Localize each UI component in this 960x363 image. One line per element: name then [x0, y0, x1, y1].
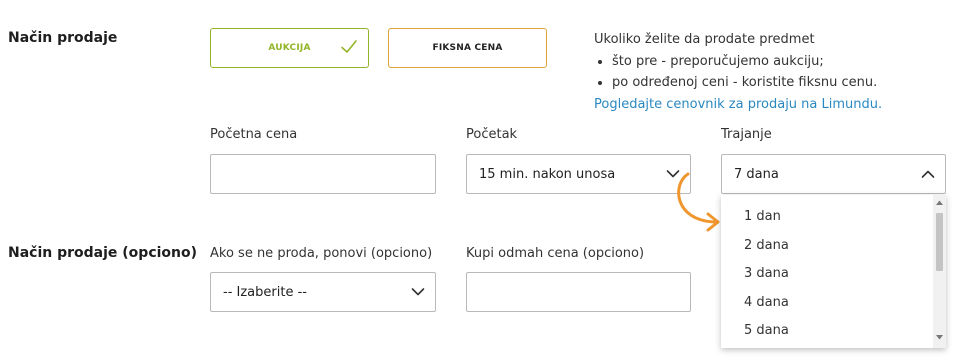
- dropdown-scrollbar[interactable]: [933, 195, 946, 348]
- auction-button[interactable]: AUKCIJA: [210, 28, 369, 68]
- buy-now-input[interactable]: [466, 272, 691, 312]
- duration-dropdown[interactable]: 1 dan 2 dana 3 dana 4 dana 5 dana: [721, 195, 946, 348]
- info-bullet-auction: što pre - preporučujemo aukciju;: [612, 51, 924, 73]
- repeat-select[interactable]: -- Izaberite --: [210, 272, 436, 312]
- repeat-select-value: -- Izaberite --: [223, 284, 307, 300]
- start-label: Početak: [466, 127, 518, 142]
- duration-option[interactable]: 4 dana: [721, 289, 931, 317]
- fixed-price-button[interactable]: FIKSNA CENA: [388, 28, 547, 68]
- info-list: što pre - preporučujemo aukciju; po odre…: [594, 51, 924, 94]
- start-price-label: Početna cena: [210, 127, 298, 142]
- chevron-up-icon: [921, 170, 935, 178]
- buy-now-label: Kupi odmah cena (opciono): [466, 246, 645, 261]
- section-label-sale-type: Način prodaje: [8, 30, 118, 46]
- sale-type-info: Ukoliko želite da prodate predmet što pr…: [594, 29, 924, 115]
- start-select-value: 15 min. nakon unosa: [479, 166, 616, 182]
- auction-button-label: AUKCIJA: [268, 43, 311, 53]
- duration-option[interactable]: 1 dan: [721, 203, 931, 231]
- scroll-thumb[interactable]: [936, 213, 943, 271]
- scroll-down-icon[interactable]: [936, 334, 943, 340]
- fixed-price-button-label: FIKSNA CENA: [432, 43, 503, 53]
- start-select[interactable]: 15 min. nakon unosa: [466, 154, 691, 194]
- duration-select-value: 7 dana: [734, 166, 779, 182]
- duration-label: Trajanje: [721, 127, 772, 142]
- chevron-down-icon: [411, 288, 425, 296]
- scroll-up-icon[interactable]: [936, 200, 943, 206]
- duration-select[interactable]: 7 dana: [721, 154, 946, 194]
- info-bullet-fixed: po određenoj ceni - koristite fiksnu cen…: [612, 72, 924, 94]
- duration-option[interactable]: 5 dana: [721, 317, 931, 345]
- check-icon: [341, 40, 357, 53]
- section-label-sale-type-optional: Način prodaje (opciono): [8, 245, 198, 261]
- info-intro: Ukoliko želite da prodate predmet: [594, 32, 815, 47]
- pricing-link[interactable]: Pogledajte cenovnik za prodaju na Limund…: [594, 94, 924, 116]
- duration-option[interactable]: 3 dana: [721, 260, 931, 288]
- start-price-input[interactable]: [210, 154, 436, 194]
- duration-option[interactable]: 2 dana: [721, 232, 931, 260]
- repeat-label: Ako se ne proda, ponovi (opciono): [210, 246, 433, 261]
